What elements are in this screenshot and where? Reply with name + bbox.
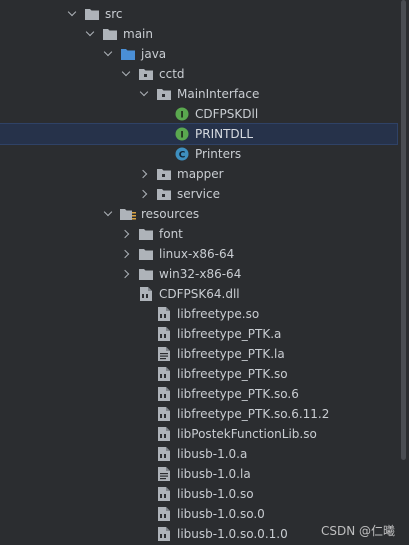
- tree-row[interactable]: linux-x86-64: [0, 244, 397, 264]
- tree-row[interactable]: src: [0, 4, 397, 24]
- folder-icon: [84, 6, 100, 22]
- tree-row[interactable]: libPostekFunctionLib.so: [0, 424, 397, 444]
- tree-row[interactable]: libfreetype_PTK.so.6.11.2: [0, 404, 397, 424]
- binary-file-icon: [156, 446, 172, 462]
- tree-item-label: libfreetype.so: [177, 307, 260, 321]
- tree-item-label: service: [177, 187, 220, 201]
- tree-item-label: PRINTDLL: [195, 127, 254, 141]
- tree-row[interactable]: main: [0, 24, 397, 44]
- tree-row[interactable]: win32-x86-64: [0, 264, 397, 284]
- tree-row[interactable]: font: [0, 224, 397, 244]
- interface-icon: I: [174, 126, 190, 142]
- tree-item-label: libusb-1.0.la: [177, 467, 251, 481]
- tree-item-label: libfreetype_PTK.so.6.11.2: [177, 407, 330, 421]
- svg-text:I: I: [180, 131, 183, 141]
- binary-file-icon: [156, 526, 172, 542]
- tree-item-label: MainInterface: [177, 87, 260, 101]
- tree-row[interactable]: libfreetype_PTK.so: [0, 364, 397, 384]
- watermark: CSDN @仁曦: [320, 524, 395, 538]
- tree-row[interactable]: service: [0, 184, 397, 204]
- tree-item-label: java: [141, 47, 167, 61]
- tree-item-label: libfreetype_PTK.so: [177, 367, 288, 381]
- folder-icon: [138, 246, 154, 262]
- class-icon: C: [174, 146, 190, 162]
- text-file-icon: [156, 346, 172, 362]
- tree-row[interactable]: I CDFPSKDll: [0, 104, 397, 124]
- tree-row[interactable]: libusb-1.0.so: [0, 484, 397, 504]
- folder-icon: [138, 266, 154, 282]
- binary-file-icon: [156, 386, 172, 402]
- tree-row[interactable]: C Printers: [0, 144, 397, 164]
- tree-item-label: libusb-1.0.so: [177, 487, 254, 501]
- binary-file-icon: [156, 406, 172, 422]
- resources-folder-icon: [120, 206, 136, 222]
- tree-item-label: mapper: [177, 167, 224, 181]
- tree-item-label: libusb-1.0.a: [177, 447, 248, 461]
- chevron-down-icon[interactable]: [104, 209, 114, 219]
- binary-file-icon: [156, 486, 172, 502]
- chevron-right-icon[interactable]: [122, 269, 132, 279]
- tree-item-label: win32-x86-64: [159, 267, 242, 281]
- folder-icon: [102, 26, 118, 42]
- tree-row[interactable]: libusb-1.0.so.0: [0, 504, 397, 524]
- binary-file-icon: [156, 326, 172, 342]
- chevron-right-icon[interactable]: [122, 229, 132, 239]
- tree-row[interactable]: libfreetype_PTK.so.6: [0, 384, 397, 404]
- package-icon: [156, 186, 172, 202]
- tree-item-label: linux-x86-64: [159, 247, 235, 261]
- vertical-scrollbar[interactable]: [401, 0, 406, 460]
- tree-row[interactable]: java: [0, 44, 397, 64]
- source-folder-icon: [120, 46, 136, 62]
- svg-text:I: I: [180, 111, 183, 121]
- text-file-icon: [156, 466, 172, 482]
- tree-row[interactable]: resources: [0, 204, 397, 224]
- chevron-right-icon[interactable]: [140, 189, 150, 199]
- tree-item-label: libusb-1.0.so.0.1.0: [177, 527, 288, 541]
- package-icon: [156, 86, 172, 102]
- tree-item-label: resources: [141, 207, 200, 221]
- tree-item-label: CDFPSK64.dll: [159, 287, 240, 301]
- tree-row[interactable]: MainInterface: [0, 84, 397, 104]
- chevron-down-icon[interactable]: [140, 89, 150, 99]
- tree-item-label: libfreetype_PTK.a: [177, 327, 282, 341]
- tree-row[interactable]: libusb-1.0.a: [0, 444, 397, 464]
- tree-item-label: libfreetype_PTK.la: [177, 347, 285, 361]
- tree-item-label: main: [123, 27, 153, 41]
- tree-item-label: font: [159, 227, 183, 241]
- tree-row[interactable]: CDFPSK64.dll: [0, 284, 397, 304]
- tree-row[interactable]: libfreetype_PTK.a: [0, 324, 397, 344]
- tree-item-label: libPostekFunctionLib.so: [177, 427, 317, 441]
- project-tree: src main java cctd MainInterface I CDFPSKDll I P…: [0, 0, 409, 545]
- package-icon: [138, 66, 154, 82]
- tree-row[interactable]: libfreetype.so: [0, 304, 397, 324]
- tree-row[interactable]: libfreetype_PTK.la: [0, 344, 397, 364]
- binary-file-icon: [156, 426, 172, 442]
- chevron-down-icon[interactable]: [104, 49, 114, 59]
- binary-file-icon: [156, 506, 172, 522]
- tree-item-label: libusb-1.0.so.0: [177, 507, 265, 521]
- chevron-down-icon[interactable]: [86, 29, 96, 39]
- chevron-right-icon[interactable]: [140, 169, 150, 179]
- tree-row[interactable]: mapper: [0, 164, 397, 184]
- binary-file-icon: [138, 286, 154, 302]
- tree-item-label: Printers: [195, 147, 242, 161]
- chevron-down-icon[interactable]: [68, 9, 78, 19]
- svg-text:C: C: [179, 151, 186, 161]
- tree-item-label: cctd: [159, 67, 185, 81]
- binary-file-icon: [156, 306, 172, 322]
- tree-item-label: CDFPSKDll: [195, 107, 259, 121]
- tree-item-label: libfreetype_PTK.so.6: [177, 387, 299, 401]
- tree-row[interactable]: libusb-1.0.la: [0, 464, 397, 484]
- package-icon: [156, 166, 172, 182]
- binary-file-icon: [156, 366, 172, 382]
- tree-row[interactable]: I PRINTDLL: [0, 123, 398, 145]
- folder-icon: [138, 226, 154, 242]
- chevron-down-icon[interactable]: [122, 69, 132, 79]
- tree-item-label: src: [105, 7, 123, 21]
- interface-icon: I: [174, 106, 190, 122]
- chevron-right-icon[interactable]: [122, 249, 132, 259]
- tree-row[interactable]: cctd: [0, 64, 397, 84]
